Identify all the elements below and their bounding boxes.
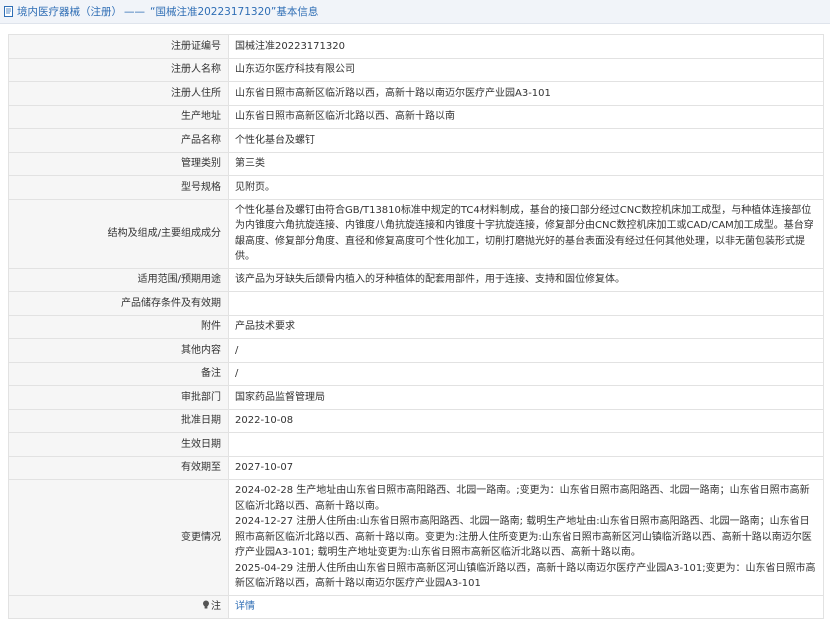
row-label: 变更情况 xyxy=(8,479,229,596)
document-icon xyxy=(4,6,13,17)
row-label: 批准日期 xyxy=(8,408,229,433)
row-label: 其他内容 xyxy=(8,338,229,363)
table-row: 其他内容 / xyxy=(8,338,824,363)
table-row: 适用范围/预期用途 该产品为牙缺失后颌骨内植入的牙种植体的配套用部件，用于连接、支… xyxy=(8,267,824,292)
row-value: / xyxy=(228,361,824,386)
row-value xyxy=(228,291,824,316)
breadcrumb-category[interactable]: 境内医疗器械（注册） xyxy=(17,4,122,19)
row-value: 第三类 xyxy=(228,151,824,176)
row-value: / xyxy=(228,338,824,363)
change-entry: 2024-12-27 注册人住所由:山东省日照市高阳路西、北园一路南; 载明生产… xyxy=(235,516,812,558)
row-label: 生产地址 xyxy=(8,104,229,129)
table-row: 生产地址 山东省日照市高新区临沂北路以西、高新十路以南 xyxy=(8,104,824,129)
note-value: 详情 xyxy=(228,594,824,619)
table-row: 有效期至 2027-10-07 xyxy=(8,455,824,480)
row-label: 生效日期 xyxy=(8,432,229,457)
note-row: 注 详情 xyxy=(8,594,824,619)
note-label: 注 xyxy=(211,601,221,613)
row-value: 产品技术要求 xyxy=(228,314,824,339)
row-label: 注册人住所 xyxy=(8,81,229,106)
table-row: 批准日期 2022-10-08 xyxy=(8,408,824,433)
row-value: 国家药品监督管理局 xyxy=(228,385,824,410)
breadcrumb-separator: —— xyxy=(124,5,145,18)
table-row: 注册人住所 山东省日照市高新区临沂路以西，高新十路以南迈尔医疗产业园A3-101 xyxy=(8,81,824,106)
row-value: 个性化基台及螺钉由符合GB/T13810标准中规定的TC4材料制成，基台的接口部… xyxy=(228,198,824,269)
row-value: 2027-10-07 xyxy=(228,455,824,480)
row-label: 注册证编号 xyxy=(8,34,229,59)
row-label: 产品名称 xyxy=(8,128,229,153)
details-link[interactable]: 详情 xyxy=(235,601,255,612)
row-value: 山东省日照市高新区临沂路以西，高新十路以南迈尔医疗产业园A3-101 xyxy=(228,81,824,106)
row-label: 附件 xyxy=(8,314,229,339)
row-value: 山东迈尔医疗科技有限公司 xyxy=(228,57,824,82)
row-value: 该产品为牙缺失后颌骨内植入的牙种植体的配套用部件，用于连接、支持和固位修复体。 xyxy=(228,267,824,292)
table-row: 型号规格 见附页。 xyxy=(8,175,824,200)
change-history-value: 2024-02-28 生产地址由山东省日照市高阳路西、北园一路南。;变更为：山东… xyxy=(228,479,824,596)
row-value: 2022-10-08 xyxy=(228,408,824,433)
row-label: 注册人名称 xyxy=(8,57,229,82)
table-row: 注册人名称 山东迈尔医疗科技有限公司 xyxy=(8,57,824,82)
row-label: 有效期至 xyxy=(8,455,229,480)
change-history-row: 变更情况 2024-02-28 生产地址由山东省日照市高阳路西、北园一路南。;变更… xyxy=(8,479,824,596)
table-row: 备注 / xyxy=(8,361,824,386)
change-entry: 2024-02-28 生产地址由山东省日照市高阳路西、北园一路南。;变更为：山东… xyxy=(235,485,810,512)
row-label: 适用范围/预期用途 xyxy=(8,267,229,292)
breadcrumb-bar: 境内医疗器械（注册） —— “国械注准20223171320”基本信息 xyxy=(0,0,830,24)
row-value: 个性化基台及螺钉 xyxy=(228,128,824,153)
row-value: 见附页。 xyxy=(228,175,824,200)
table-row: 审批部门 国家药品监督管理局 xyxy=(8,385,824,410)
table-row: 注册证编号 国械注准20223171320 xyxy=(8,34,824,59)
note-label-cell: 注 xyxy=(8,594,229,619)
row-label: 型号规格 xyxy=(8,175,229,200)
row-label: 管理类别 xyxy=(8,151,229,176)
detail-table: 注册证编号 国械注准20223171320 注册人名称 山东迈尔医疗科技有限公司 注册人… xyxy=(8,34,824,619)
table-row: 管理类别 第三类 xyxy=(8,151,824,176)
row-value: 山东省日照市高新区临沂北路以西、高新十路以南 xyxy=(228,104,824,129)
table-row: 生效日期 xyxy=(8,432,824,457)
lightbulb-icon xyxy=(203,600,209,609)
row-label: 审批部门 xyxy=(8,385,229,410)
row-value: 国械注准20223171320 xyxy=(228,34,824,59)
table-row: 附件 产品技术要求 xyxy=(8,314,824,339)
row-label: 结构及组成/主要组成成分 xyxy=(8,198,229,269)
table-row: 产品名称 个性化基台及螺钉 xyxy=(8,128,824,153)
table-row: 产品储存条件及有效期 xyxy=(8,291,824,316)
row-label: 产品储存条件及有效期 xyxy=(8,291,229,316)
row-value xyxy=(228,432,824,457)
page-title: “国械注准20223171320”基本信息 xyxy=(150,6,319,18)
row-label: 备注 xyxy=(8,361,229,386)
table-row: 结构及组成/主要组成成分 个性化基台及螺钉由符合GB/T13810标准中规定的TC… xyxy=(8,198,824,269)
change-entry: 2025-04-29 注册人住所由山东省日照市高新区河山镇临沂路以西，高新十路以… xyxy=(235,562,816,590)
